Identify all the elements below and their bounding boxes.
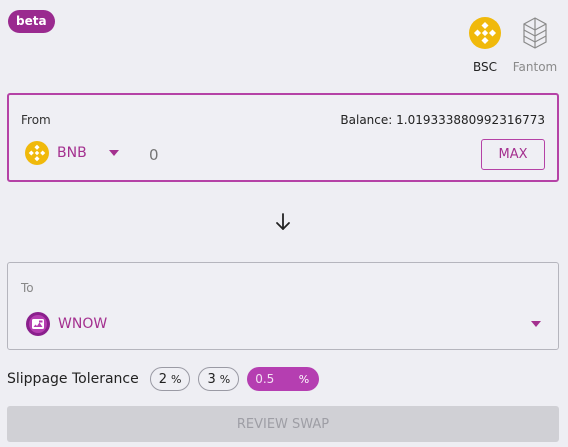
to-token-name: WNOW <box>58 316 108 332</box>
slippage-option-3[interactable]: 3 % <box>198 367 240 391</box>
slippage-custom-field[interactable]: % <box>247 367 320 391</box>
network-label: Fantom <box>512 60 558 74</box>
bnb-logo-icon <box>469 17 501 49</box>
from-token-selector[interactable]: BNB <box>25 141 119 165</box>
chevron-down-icon <box>531 321 541 327</box>
bnb-token-icon <box>25 141 49 165</box>
review-swap-button[interactable]: REVIEW SWAP <box>7 406 559 442</box>
from-panel: From Balance: 1.019333880992316773 BNB M… <box>7 93 559 182</box>
to-label: To <box>21 281 34 295</box>
max-button[interactable]: MAX <box>481 139 545 170</box>
slippage-value: 2 <box>158 371 168 387</box>
amount-input[interactable] <box>149 143 449 167</box>
slippage-custom-input[interactable] <box>255 372 292 386</box>
wnow-token-icon <box>26 312 50 336</box>
from-token-name: BNB <box>57 145 87 161</box>
from-label: From <box>21 113 51 127</box>
to-token-selector[interactable]: WNOW <box>26 311 541 337</box>
slippage-option-2[interactable]: 2 % <box>149 367 191 391</box>
slippage-unit: % <box>171 372 182 386</box>
fantom-logo-icon <box>523 17 547 49</box>
slippage-unit: % <box>298 372 310 386</box>
slippage-value: 3 <box>207 371 216 387</box>
arrow-down-icon[interactable] <box>273 211 293 233</box>
network-fantom-button[interactable]: Fantom <box>505 16 565 74</box>
slippage-unit: % <box>219 372 231 386</box>
chevron-down-icon <box>108 150 119 156</box>
slippage-row: Slippage Tolerance 2 % 3 % % <box>7 366 320 392</box>
beta-badge: beta <box>8 10 55 33</box>
balance-text: Balance: 1.019333880992316773 <box>340 113 545 127</box>
slippage-label: Slippage Tolerance <box>7 371 139 387</box>
to-panel: To WNOW <box>7 262 559 350</box>
